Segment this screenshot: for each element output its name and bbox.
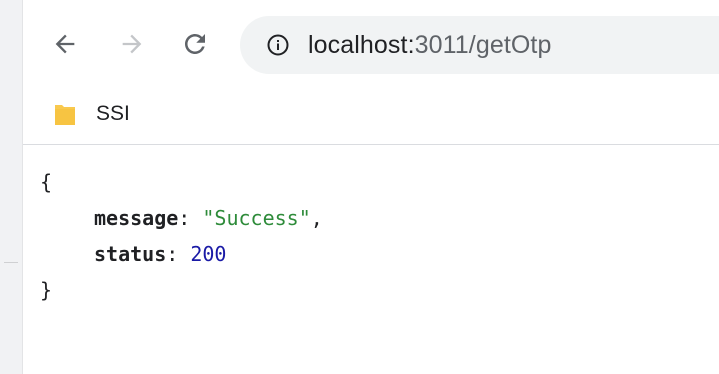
address-bar[interactable]: localhost:3011/getOtp: [240, 16, 719, 74]
arrow-left-icon: [55, 34, 75, 54]
json-open-brace: {: [40, 164, 323, 200]
field-value-number: 200: [190, 242, 227, 266]
field-separator: :: [166, 242, 191, 266]
url-host: localhost:: [308, 30, 415, 59]
back-button[interactable]: [45, 24, 85, 64]
json-close-brace: }: [40, 272, 323, 308]
arrow-right-icon: [122, 34, 142, 54]
open-brace: {: [40, 170, 53, 194]
json-field-status: status: 200: [40, 236, 323, 272]
json-field-message: message: "Success",: [40, 200, 323, 236]
bookmarks-bar: SSI: [23, 86, 719, 145]
info-circle-icon[interactable]: [265, 32, 291, 58]
json-response: { message: "Success", status: 200 }: [40, 164, 323, 308]
field-value-string: "Success": [202, 206, 311, 230]
browser-toolbar: localhost:3011/getOtp: [23, 0, 719, 86]
left-window-strip: [0, 0, 23, 374]
strip-divider: [4, 262, 18, 263]
bookmark-label: SSI: [96, 102, 130, 125]
field-trailing: ,: [310, 206, 323, 230]
field-key: message: [94, 206, 179, 230]
bookmark-ssi[interactable]: SSI: [53, 94, 130, 134]
url-text[interactable]: localhost:3011/getOtp: [308, 31, 551, 60]
url-path: 3011/getOtp: [414, 30, 552, 59]
field-separator: :: [178, 206, 203, 230]
field-key: status: [94, 242, 167, 266]
reload-button[interactable]: [175, 24, 215, 64]
reload-icon: [185, 34, 205, 54]
forward-button[interactable]: [112, 24, 152, 64]
folder-icon: [55, 105, 75, 125]
close-brace: }: [40, 278, 53, 302]
